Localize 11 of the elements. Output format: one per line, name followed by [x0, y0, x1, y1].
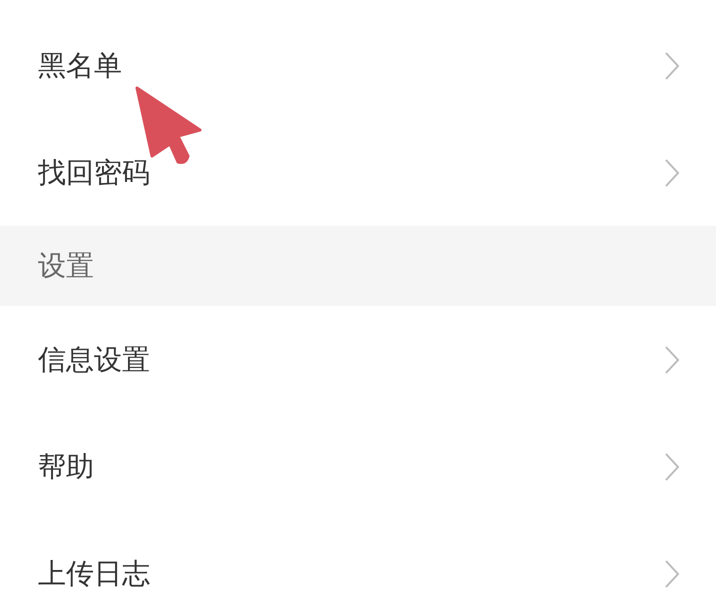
chevron-right-icon — [664, 452, 680, 482]
row-label: 帮助 — [38, 448, 94, 484]
row-label: 上传日志 — [38, 556, 150, 592]
section-title: 设置 — [38, 248, 94, 284]
row-label: 信息设置 — [38, 342, 150, 378]
chevron-right-icon — [664, 158, 680, 188]
chevron-right-icon — [664, 50, 680, 80]
chevron-right-icon — [664, 344, 680, 374]
row-label: 黑名单 — [38, 48, 122, 84]
row-label: 找回密码 — [38, 154, 150, 190]
chevron-right-icon — [664, 558, 680, 588]
